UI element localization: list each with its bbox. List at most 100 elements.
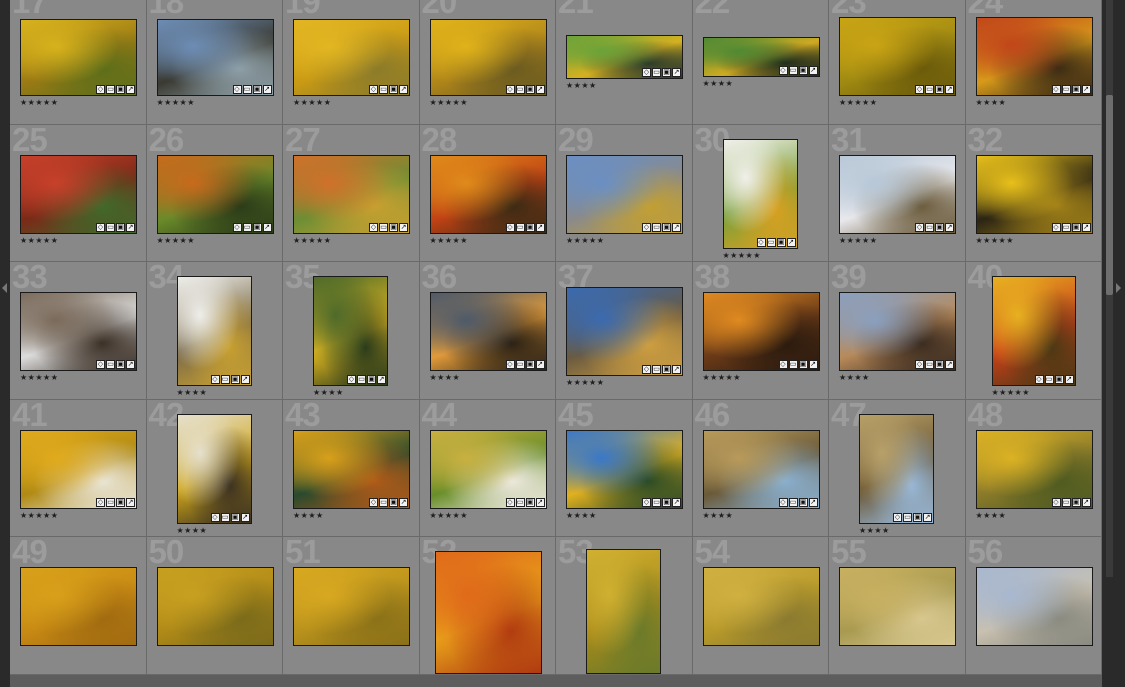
photo-thumbnail[interactable]: ◇ ▭ ▣ ↗ <box>859 413 934 524</box>
metadata-badge-icon[interactable]: ▭ <box>925 360 934 369</box>
metadata-badge-icon[interactable]: ↗ <box>808 497 818 507</box>
metadata-badge-icon[interactable]: ◇ <box>505 360 515 369</box>
metadata-badge-icon[interactable]: ▣ <box>776 237 786 247</box>
star-rating[interactable]: ★★★★★ <box>992 389 1030 397</box>
grid-cell[interactable]: 17 ◇ ▭ ▣ ↗ ★★★★★ <box>10 0 147 125</box>
star-rating[interactable]: ★★★★★ <box>157 236 195 245</box>
metadata-badge-icon[interactable]: ▣ <box>1071 497 1081 507</box>
metadata-badge-icon[interactable]: ↗ <box>240 375 250 384</box>
photo-thumbnail[interactable]: ◇ ▭ ▣ ↗ <box>156 19 274 96</box>
metadata-badge-icon[interactable]: ↗ <box>126 497 135 507</box>
metadata-badge-icon[interactable]: ◇ <box>642 365 651 374</box>
metadata-badge-icon[interactable]: ▣ <box>913 512 922 522</box>
star-rating[interactable]: ★★★★ <box>313 389 344 397</box>
photo-thumbnail[interactable]: ◇ ▭ ▣ ↗ <box>839 154 956 234</box>
grid-cell[interactable]: 56 <box>965 537 1102 675</box>
metadata-badge-icon[interactable]: ▣ <box>662 497 671 507</box>
metadata-badge-icon[interactable]: ▣ <box>389 497 398 507</box>
metadata-badge-icon[interactable]: ↗ <box>240 512 250 522</box>
metadata-badge-icon[interactable]: ◇ <box>96 222 105 232</box>
photo-thumbnail[interactable]: ◇ ▭ ▣ ↗ <box>156 154 274 234</box>
metadata-badge-icon[interactable]: ▣ <box>230 512 240 522</box>
metadata-badge-icon[interactable]: ◇ <box>96 497 105 507</box>
metadata-badge-icon[interactable]: ↗ <box>535 360 545 369</box>
metadata-badge-icon[interactable]: ◇ <box>756 237 766 247</box>
metadata-badge-icon[interactable]: ▭ <box>106 222 115 232</box>
grid-cell[interactable]: 19 ◇ ▭ ▣ ↗ ★★★★★ <box>283 0 420 125</box>
metadata-badge-icon[interactable]: ↗ <box>672 497 681 507</box>
grid-cell[interactable]: 52 <box>419 537 556 675</box>
metadata-badge-icon[interactable]: ◇ <box>210 512 220 522</box>
metadata-badge-icon[interactable]: ▣ <box>662 68 671 77</box>
metadata-badge-icon[interactable]: ▣ <box>525 85 535 94</box>
star-rating[interactable]: ★★★★★ <box>430 511 468 520</box>
photo-thumbnail[interactable]: ◇ ▭ ▣ ↗ <box>20 429 137 509</box>
grid-cell[interactable]: 34 ◇ ▭ ▣ ↗ ★★★★ <box>146 262 283 400</box>
star-rating[interactable]: ★★★★ <box>566 82 597 90</box>
grid-cell[interactable]: 27 ◇ ▭ ▣ ↗ ★★★★★ <box>283 124 420 262</box>
scrollbar[interactable] <box>1102 0 1125 577</box>
grid-cell[interactable]: 37 ◇ ▭ ▣ ↗ ★★★★★ <box>556 262 693 400</box>
star-rating[interactable]: ★★★★★ <box>703 374 741 382</box>
photo-thumbnail[interactable] <box>702 567 820 646</box>
grid-cell[interactable]: 21 ◇ ▭ ▣ ↗ ★★★★ <box>556 0 693 125</box>
grid-cell[interactable]: 43 ◇ ▭ ▣ ↗ ★★★★ <box>283 399 420 537</box>
photo-thumbnail[interactable]: ◇ ▭ ▣ ↗ <box>20 19 137 96</box>
grid-cell[interactable]: 47 ◇ ▭ ▣ ↗ ★★★★ <box>829 399 966 537</box>
grid-cell[interactable]: 24 ◇ ▭ ▣ ↗ ★★★★ <box>965 0 1102 125</box>
photo-thumbnail[interactable]: ◇ ▭ ▣ ↗ <box>429 19 547 96</box>
metadata-badge-icon[interactable]: ▣ <box>252 85 262 94</box>
metadata-badge-icon[interactable]: ▣ <box>662 365 671 374</box>
grid-cell[interactable]: 50 <box>146 537 283 675</box>
photo-thumbnail[interactable]: ◇ ▭ ▣ ↗ <box>293 154 410 234</box>
metadata-badge-icon[interactable]: ↗ <box>399 497 408 507</box>
star-rating[interactable]: ★★★★★ <box>566 236 604 245</box>
metadata-badge-icon[interactable]: ▭ <box>379 497 388 507</box>
metadata-badge-icon[interactable]: ↗ <box>945 222 954 232</box>
metadata-badge-icon[interactable]: ◇ <box>96 85 105 94</box>
metadata-badge-icon[interactable]: ↗ <box>535 85 545 94</box>
star-rating[interactable]: ★★★★ <box>430 374 461 382</box>
metadata-badge-icon[interactable]: ▭ <box>1061 222 1071 232</box>
metadata-badge-icon[interactable]: ◇ <box>369 497 378 507</box>
photo-thumbnail[interactable]: ◇ ▭ ▣ ↗ <box>313 276 388 386</box>
metadata-badge-icon[interactable]: ▭ <box>1061 85 1071 94</box>
metadata-badge-icon[interactable]: ▭ <box>652 68 661 77</box>
photo-thumbnail[interactable]: ◇ ▭ ▣ ↗ <box>702 292 820 371</box>
grid-cell[interactable]: 45 ◇ ▭ ▣ ↗ ★★★★ <box>556 399 693 537</box>
metadata-badge-icon[interactable]: ▣ <box>935 85 944 94</box>
metadata-badge-icon[interactable]: ▣ <box>116 222 125 232</box>
right-panel-toggle-icon[interactable] <box>1116 283 1121 293</box>
metadata-badge-icon[interactable]: ↗ <box>126 360 135 369</box>
grid-cell[interactable]: 49 <box>10 537 147 675</box>
metadata-badge-icon[interactable]: ◇ <box>232 222 242 232</box>
metadata-badge-icon[interactable]: ↗ <box>808 360 818 369</box>
metadata-badge-icon[interactable]: ◇ <box>347 375 356 384</box>
photo-thumbnail[interactable] <box>20 567 137 646</box>
metadata-badge-icon[interactable]: ▭ <box>220 512 230 522</box>
metadata-badge-icon[interactable]: ↗ <box>377 375 386 384</box>
metadata-badge-icon[interactable]: ▣ <box>116 360 125 369</box>
star-rating[interactable]: ★★★★ <box>703 80 734 88</box>
metadata-badge-icon[interactable]: ▭ <box>515 222 525 232</box>
metadata-badge-icon[interactable]: ◇ <box>778 497 788 507</box>
metadata-badge-icon[interactable]: ◇ <box>369 85 378 94</box>
metadata-badge-icon[interactable]: ▭ <box>220 375 230 384</box>
photo-thumbnail[interactable]: ◇ ▭ ▣ ↗ <box>176 413 252 524</box>
photo-thumbnail[interactable]: ◇ ▭ ▣ ↗ <box>702 429 820 509</box>
metadata-badge-icon[interactable]: ▭ <box>515 360 525 369</box>
grid-cell[interactable]: 55 <box>829 537 966 675</box>
photo-thumbnail[interactable]: ◇ ▭ ▣ ↗ <box>20 292 137 371</box>
grid-cell[interactable]: 46 ◇ ▭ ▣ ↗ ★★★★ <box>692 399 829 537</box>
metadata-badge-icon[interactable]: ↗ <box>535 497 545 507</box>
metadata-badge-icon[interactable]: ▣ <box>798 360 808 369</box>
photo-thumbnail[interactable]: ◇ ▭ ▣ ↗ <box>839 17 956 96</box>
metadata-badge-icon[interactable]: ▣ <box>116 85 125 94</box>
star-rating[interactable]: ★★★★ <box>976 99 1007 107</box>
metadata-badge-icon[interactable]: ◇ <box>915 360 924 369</box>
photo-thumbnail[interactable]: ◇ ▭ ▣ ↗ <box>293 429 410 509</box>
metadata-badge-icon[interactable]: ◇ <box>505 497 515 507</box>
grid-cell[interactable]: 25 ◇ ▭ ▣ ↗ ★★★★★ <box>10 124 147 262</box>
metadata-badge-icon[interactable]: ↗ <box>126 222 135 232</box>
metadata-badge-icon[interactable]: ↗ <box>1081 85 1091 94</box>
